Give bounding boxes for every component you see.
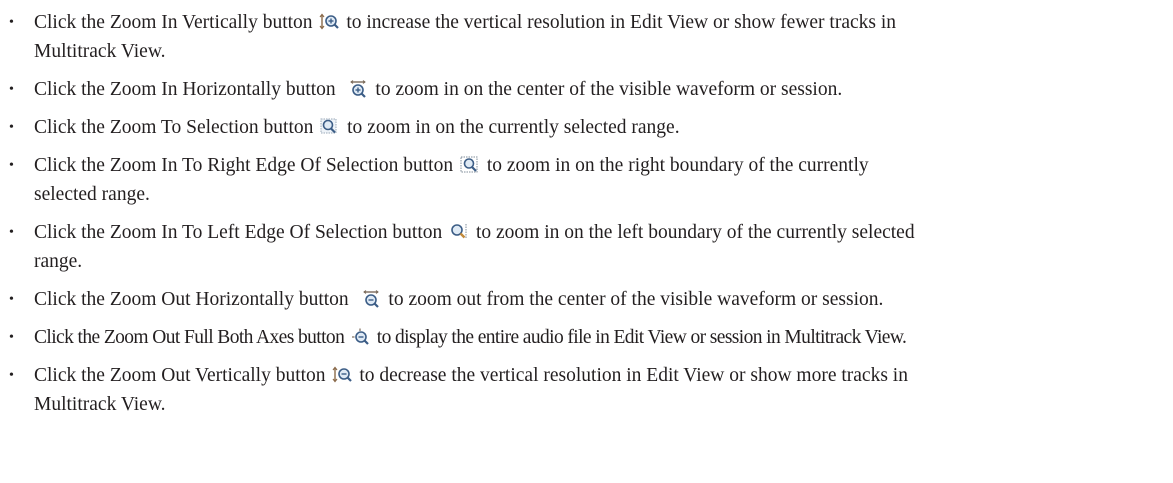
item-line-1: Click the Zoom To Selection button to zo… <box>34 113 1173 142</box>
bullet: • <box>9 368 14 383</box>
item-line-1: Click the Zoom Out Full Both Axes button… <box>34 323 1173 352</box>
item-line-2: range. <box>34 251 83 272</box>
item-line-1: Click the Zoom Out Horizontally button t… <box>34 285 1173 314</box>
item-text-before: Click the Zoom To Selection button <box>34 117 314 138</box>
item-text-before: Click the Zoom In To Left Edge Of Select… <box>34 222 443 243</box>
zoom-in-horizontally-icon <box>349 80 369 98</box>
zoom-to-selection-icon <box>320 118 340 136</box>
list-item: • Click the Zoom Out Vertically button t… <box>0 361 1173 419</box>
list-item: • Click the Zoom In To Right Edge Of Sel… <box>0 151 1173 209</box>
list-item: • Click the Zoom Out Horizontally button… <box>0 285 1173 314</box>
item-text-before: Click the Zoom Out Horizontally button <box>34 289 349 310</box>
zoom-out-vertically-icon <box>332 366 353 384</box>
item-text-after: to zoom out from the center of the visib… <box>388 289 884 310</box>
item-line-1: Click the Zoom Out Vertically button to … <box>34 361 1173 390</box>
item-text-before: Click the Zoom Out Vertically button <box>34 365 326 386</box>
zoom-in-right-edge-icon <box>460 156 480 174</box>
item-text-after: to display the entire audio file in Edit… <box>376 327 907 348</box>
zoom-out-full-both-axes-icon <box>351 328 371 346</box>
item-text-after: to zoom in on the currently selected ran… <box>347 117 680 138</box>
item-text-before: Click the Zoom In Vertically button <box>34 12 313 33</box>
list-item: • Click the Zoom In Horizontally button … <box>0 75 1173 104</box>
item-line-1: Click the Zoom In Horizontally button to… <box>34 75 1173 104</box>
item-line-1: Click the Zoom In Vertically button to i… <box>34 8 1173 37</box>
bullet: • <box>9 225 14 240</box>
item-line-2: Multitrack View. <box>34 41 166 62</box>
item-line-1: Click the Zoom In To Right Edge Of Selec… <box>34 151 1173 180</box>
item-text-after: to decrease the vertical resolution in E… <box>359 365 908 386</box>
item-text-after: to zoom in on the right boundary of the … <box>486 155 869 176</box>
bullet: • <box>9 15 14 30</box>
bullet: • <box>9 158 14 173</box>
zoom-out-horizontally-icon <box>362 290 382 308</box>
list-item: • Click the Zoom To Selection button to … <box>0 113 1173 142</box>
item-text-after: to increase the vertical resolution in E… <box>346 12 897 33</box>
list-item: • Click the Zoom In To Left Edge Of Sele… <box>0 218 1173 276</box>
zoom-in-vertically-icon <box>319 13 340 31</box>
bullet: • <box>9 82 14 97</box>
bullet: • <box>9 120 14 135</box>
item-text-before: Click the Zoom In Horizontally button <box>34 79 336 100</box>
item-text-before: Click the Zoom In To Right Edge Of Selec… <box>34 155 454 176</box>
item-text-after: to zoom in on the left boundary of the c… <box>475 222 915 243</box>
item-text-after: to zoom in on the center of the visible … <box>375 79 843 100</box>
item-text-before: Click the Zoom Out Full Both Axes button <box>34 327 345 348</box>
item-line-2: selected range. <box>34 184 150 205</box>
bullet: • <box>9 292 14 307</box>
list-item: • Click the Zoom In Vertically button to… <box>0 8 1173 66</box>
list-item: • Click the Zoom Out Full Both Axes butt… <box>0 323 1173 352</box>
zoom-in-left-edge-icon <box>449 223 469 241</box>
item-line-2: Multitrack View. <box>34 394 166 415</box>
item-line-1: Click the Zoom In To Left Edge Of Select… <box>34 218 1173 247</box>
bullet: • <box>9 330 14 345</box>
